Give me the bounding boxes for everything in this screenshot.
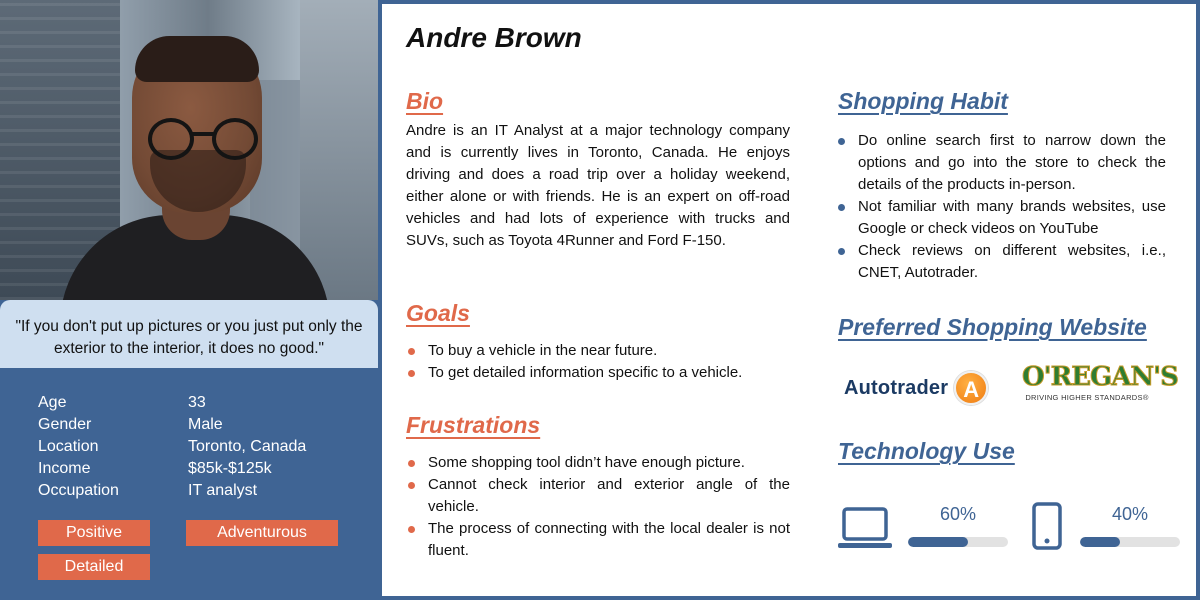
frustration-item: Some shopping tool didn’t have enough pi… <box>406 452 790 474</box>
frustration-item: Cannot check interior and exterior angle… <box>406 474 790 518</box>
detail-row-gender: Gender Male <box>38 414 368 436</box>
detail-value: IT analyst <box>188 482 258 499</box>
bio-heading: Bio <box>406 88 444 114</box>
persona-quote: "If you don't put up pictures or you jus… <box>0 300 378 368</box>
smartphone-usage-bar <box>1080 537 1180 547</box>
trait-tag-adventurous: Adventurous <box>186 520 338 546</box>
detail-value: Male <box>188 416 223 433</box>
frustrations-heading: Frustrations <box>406 412 541 438</box>
smartphone-usage-fill <box>1080 537 1120 547</box>
trait-tag-positive: Positive <box>38 520 150 546</box>
laptop-usage-bar <box>908 537 1008 547</box>
detail-row-occupation: Occupation IT analyst <box>38 480 368 502</box>
bio-text: Andre is an IT Analyst at a major techno… <box>406 122 790 249</box>
detail-row-income: Income $85k-$125k <box>38 458 368 480</box>
goal-item: To buy a vehicle in the near future. <box>406 340 790 362</box>
autotrader-badge-icon: A <box>954 371 989 405</box>
shopping-habit-list: Do online search first to narrow down th… <box>836 130 1166 284</box>
persona-name: Andre Brown <box>406 22 582 53</box>
habit-item: Not familiar with many brands websites, … <box>836 196 1166 240</box>
laptop-percent: 60% <box>939 504 977 524</box>
frustration-item: The process of connecting with the local… <box>406 518 790 562</box>
technology-use-heading: Technology Use <box>838 438 1015 464</box>
habit-item: Check reviews on different websites, i.e… <box>836 240 1166 284</box>
detail-label: Occupation <box>38 482 119 499</box>
smartphone-icon <box>1032 502 1062 550</box>
oregans-tagline: DRIVING HIGHER STANDARDS® <box>1025 393 1149 402</box>
detail-label: Location <box>38 438 99 455</box>
persona-card: Andre Brown Bio Andre is an IT Analyst a… <box>382 4 1196 596</box>
autotrader-logo: Autotrader A <box>844 368 992 408</box>
detail-label: Income <box>38 460 91 477</box>
laptop-icon <box>838 507 892 548</box>
detail-value: 33 <box>188 394 206 411</box>
goal-item: To get detailed information specific to … <box>406 362 790 384</box>
smartphone-percent: 40% <box>1111 504 1149 524</box>
detail-row-age: Age 33 <box>38 392 368 414</box>
oregans-logo-text: O'REGAN'S <box>1022 362 1180 393</box>
habit-item: Do online search first to narrow down th… <box>836 130 1166 196</box>
preferred-website-heading: Preferred Shopping Website <box>838 314 1147 340</box>
detail-row-location: Location Toronto, Canada <box>38 436 368 458</box>
goals-heading: Goals <box>406 300 470 326</box>
persona-photo <box>0 0 378 300</box>
autotrader-logo-text: Autotrader <box>844 376 949 399</box>
shopping-habit-heading: Shopping Habit <box>838 88 1008 114</box>
laptop-usage-fill <box>908 537 968 547</box>
persona-details: Age 33 Gender Male Location Toronto, Can… <box>38 392 368 502</box>
frustrations-list: Some shopping tool didn’t have enough pi… <box>406 452 790 562</box>
goals-list: To buy a vehicle in the near future. To … <box>406 340 790 384</box>
persona-sidebar: "If you don't put up pictures or you jus… <box>0 0 378 600</box>
oregans-logo: O'REGAN'S DRIVING HIGHER STANDARDS® <box>1022 362 1180 412</box>
detail-value: $85k-$125k <box>188 460 272 477</box>
detail-label: Gender <box>38 416 92 433</box>
detail-value: Toronto, Canada <box>188 438 307 455</box>
trait-tag-detailed: Detailed <box>38 554 150 580</box>
detail-label: Age <box>38 394 67 411</box>
